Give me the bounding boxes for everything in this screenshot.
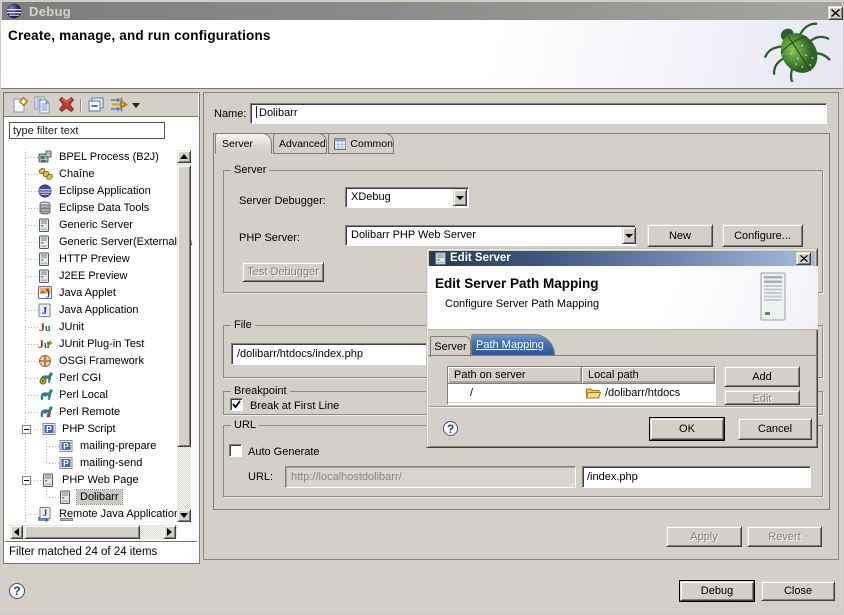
svg-text:J: J xyxy=(43,509,48,519)
svg-text:P: P xyxy=(46,424,52,434)
svg-text:J: J xyxy=(46,290,51,300)
svg-text:J: J xyxy=(42,305,48,317)
svg-text:P: P xyxy=(63,441,69,451)
svg-text:u: u xyxy=(45,323,51,334)
svg-text:P: P xyxy=(63,458,69,468)
